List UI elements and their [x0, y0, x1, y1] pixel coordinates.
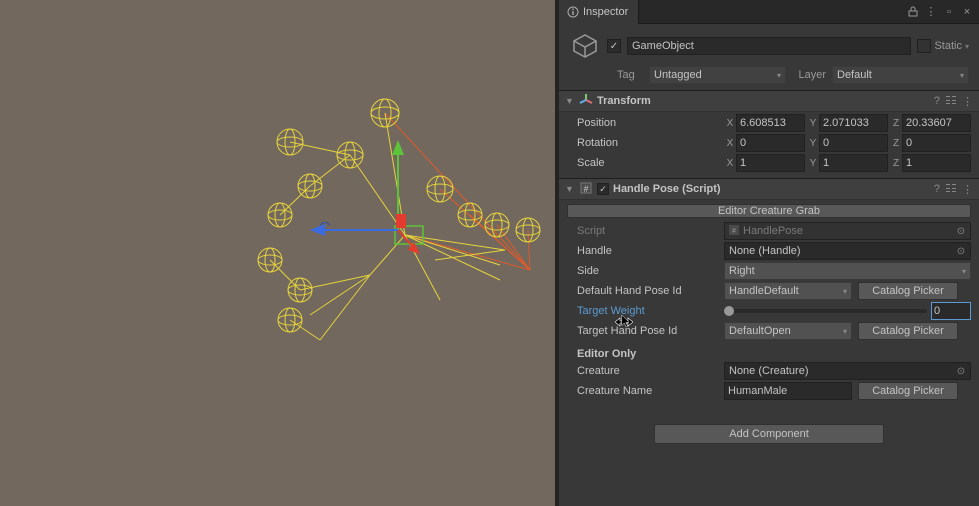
position-x-input[interactable] — [736, 114, 805, 132]
creature-name-input[interactable] — [724, 382, 852, 400]
script-field: # HandlePose ⊙ — [724, 222, 971, 240]
static-toggle[interactable]: Static ▾ — [917, 39, 969, 53]
handlepose-title: Handle Pose (Script) — [613, 183, 930, 195]
layer-dropdown[interactable]: Default▾ — [832, 66, 969, 84]
transform-title: Transform — [597, 95, 930, 107]
transform-icon — [579, 93, 593, 110]
help-icon[interactable]: ? — [934, 95, 940, 107]
csharp-icon: # — [729, 225, 739, 238]
position-y-input[interactable] — [819, 114, 888, 132]
editor-creature-grab-button[interactable]: Editor Creature Grab — [567, 204, 971, 218]
scale-x-input[interactable] — [736, 154, 805, 172]
maximize-icon[interactable]: ▫ — [943, 6, 955, 18]
scale-z-input[interactable] — [902, 154, 971, 172]
object-picker-icon[interactable]: ⊙ — [954, 364, 968, 378]
active-checkbox[interactable]: ✓ — [607, 39, 621, 53]
script-component-icon: # — [579, 181, 593, 198]
gameobject-name-input[interactable] — [627, 37, 911, 55]
target-weight-input[interactable] — [931, 302, 971, 320]
scale-y-input[interactable] — [819, 154, 888, 172]
rotation-z-input[interactable] — [902, 134, 971, 152]
object-header: ✓ Static ▾ — [559, 24, 979, 64]
inspector-tab[interactable]: Inspector — [559, 0, 639, 24]
catalog-picker-button[interactable]: Catalog Picker — [858, 382, 958, 400]
editor-only-header: Editor Only — [567, 342, 971, 360]
foldout-icon: ▼ — [565, 184, 575, 194]
target-hand-label: Target Hand Pose Id — [567, 325, 722, 337]
rotation-label: Rotation — [567, 137, 722, 149]
static-label: Static — [934, 40, 962, 52]
transform-header[interactable]: ▼ Transform ? ⋮ — [559, 90, 979, 112]
target-hand-dropdown[interactable]: DefaultOpen▾ — [724, 322, 852, 340]
default-hand-dropdown[interactable]: HandleDefault▾ — [724, 282, 852, 300]
creature-field[interactable]: None (Creature) ⊙ — [724, 362, 971, 380]
catalog-picker-button[interactable]: Catalog Picker — [858, 322, 958, 340]
scale-label: Scale — [567, 157, 722, 169]
target-weight-label[interactable]: Target Weight — [567, 305, 722, 317]
gameobject-icon[interactable] — [569, 30, 601, 62]
side-label: Side — [567, 265, 722, 277]
side-dropdown[interactable]: Right▾ — [724, 262, 971, 280]
script-label: Script — [567, 225, 722, 237]
window-menu-icon[interactable]: ⋮ — [925, 6, 937, 18]
handlepose-header[interactable]: ▼ # ✓ Handle Pose (Script) ? ⋮ — [559, 178, 979, 200]
inspector-tab-label: Inspector — [583, 6, 628, 18]
creature-name-label: Creature Name — [567, 385, 722, 397]
foldout-icon: ▼ — [565, 96, 575, 106]
svg-text:#: # — [732, 228, 736, 235]
creature-label: Creature — [567, 365, 722, 377]
svg-text:#: # — [583, 184, 588, 194]
component-enabled-checkbox[interactable]: ✓ — [597, 183, 609, 195]
object-picker-icon: ⊙ — [954, 224, 968, 238]
context-menu-icon[interactable]: ⋮ — [962, 183, 973, 196]
lock-icon[interactable] — [907, 6, 919, 18]
close-icon[interactable]: × — [961, 6, 973, 18]
tag-dropdown[interactable]: Untagged▾ — [649, 66, 786, 84]
position-label: Position — [567, 117, 722, 129]
add-component-button[interactable]: Add Component — [654, 424, 884, 444]
handle-field[interactable]: None (Handle) ⊙ — [724, 242, 971, 260]
help-icon[interactable]: ? — [934, 183, 940, 195]
position-z-input[interactable] — [902, 114, 971, 132]
handle-label: Handle — [567, 245, 722, 257]
tag-label: Tag — [617, 69, 643, 81]
info-icon — [567, 6, 579, 18]
inspector-tab-bar: Inspector ⋮ ▫ × — [559, 0, 979, 24]
scene-viewport[interactable] — [0, 0, 555, 506]
inspector-panel: Inspector ⋮ ▫ × ✓ Static ▾ Tag Untagged▾… — [559, 0, 979, 506]
rotation-x-input[interactable] — [736, 134, 805, 152]
object-picker-icon[interactable]: ⊙ — [954, 244, 968, 258]
rotation-y-input[interactable] — [819, 134, 888, 152]
layer-label: Layer — [792, 69, 826, 81]
context-menu-icon[interactable]: ⋮ — [962, 95, 973, 108]
presets-icon[interactable] — [946, 95, 956, 108]
catalog-picker-button[interactable]: Catalog Picker — [858, 282, 958, 300]
default-hand-label: Default Hand Pose Id — [567, 285, 722, 297]
target-weight-slider[interactable] — [724, 302, 927, 320]
presets-icon[interactable] — [946, 183, 956, 196]
